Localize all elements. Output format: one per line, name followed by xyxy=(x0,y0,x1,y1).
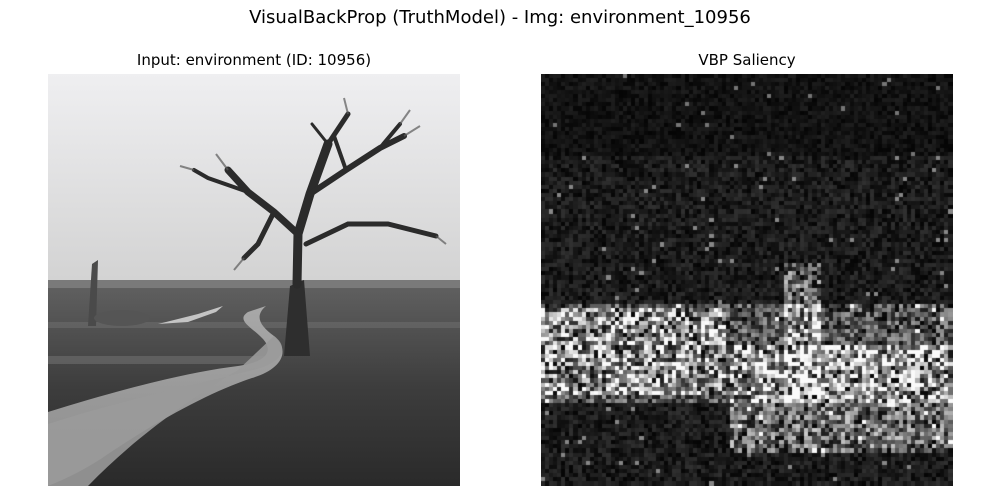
saliency-canvas xyxy=(541,74,953,486)
input-image xyxy=(48,74,460,486)
figure-title: VisualBackProp (TruthModel) - Img: envir… xyxy=(249,7,751,28)
saliency-panel-title: VBP Saliency xyxy=(698,51,796,69)
input-panel-title: Input: environment (ID: 10956) xyxy=(136,51,372,69)
saliency-map xyxy=(541,74,953,486)
input-image-drawing xyxy=(48,74,460,486)
sky xyxy=(48,74,460,286)
